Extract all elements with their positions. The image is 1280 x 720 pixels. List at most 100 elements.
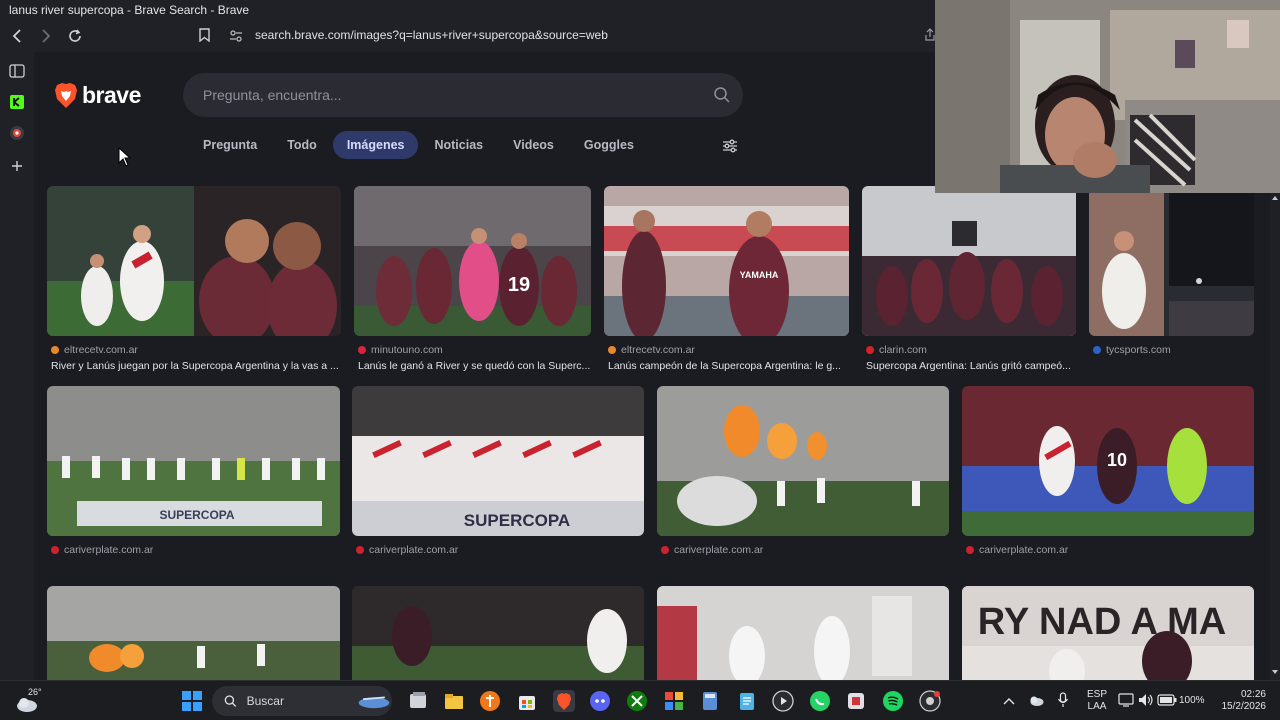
- tab-videos[interactable]: Videos: [499, 131, 568, 159]
- image-result[interactable]: [352, 586, 644, 680]
- app-grid-icon[interactable]: [663, 690, 685, 712]
- image-result[interactable]: tycsports.com: [1089, 186, 1254, 360]
- source-domain[interactable]: eltrecetv.com.ar: [64, 344, 138, 356]
- tab-todo[interactable]: Todo: [273, 131, 331, 159]
- result-thumbnail[interactable]: 19: [354, 186, 591, 336]
- image-result[interactable]: RY NAD A MA: [962, 586, 1254, 680]
- result-thumbnail[interactable]: [352, 586, 644, 680]
- kick-app-icon[interactable]: [8, 93, 26, 111]
- battery-icon[interactable]: [1157, 694, 1177, 706]
- language-code: ESP: [1087, 689, 1108, 700]
- image-result[interactable]: 19 minutouno.com Lanús le ganó a River y…: [354, 186, 591, 372]
- brave-browser-icon[interactable]: [553, 690, 575, 712]
- bookmark-button[interactable]: [196, 26, 212, 44]
- address-bar: search.brave.com/images?q=lanus+river+su…: [0, 20, 935, 52]
- source-domain[interactable]: eltrecetv.com.ar: [621, 344, 695, 356]
- image-result[interactable]: cariverplate.com.ar: [657, 386, 949, 556]
- forward-arrow-icon: [41, 29, 50, 43]
- image-result[interactable]: clarin.com Supercopa Argentina: Lanús gr…: [862, 186, 1076, 372]
- result-source: cariverplate.com.ar: [356, 544, 644, 556]
- image-result[interactable]: 10 cariverplate.com.ar: [962, 386, 1254, 556]
- app-tools-icon[interactable]: [845, 690, 867, 712]
- result-thumbnail[interactable]: [1089, 186, 1254, 336]
- xbox-icon[interactable]: [626, 690, 648, 712]
- microphone-icon[interactable]: [1057, 692, 1069, 708]
- result-title[interactable]: Supercopa Argentina: Lanús gritó campeó.…: [866, 360, 1076, 372]
- task-view-icon[interactable]: [407, 690, 429, 712]
- source-domain[interactable]: cariverplate.com.ar: [674, 544, 763, 556]
- filters-icon[interactable]: [722, 138, 738, 154]
- image-result[interactable]: eltrecetv.com.ar River y Lanús juegan po…: [47, 186, 341, 372]
- clock[interactable]: 02:26 15/2/2026: [1202, 689, 1267, 713]
- page-scrollbar[interactable]: [1270, 193, 1280, 680]
- tray-overflow-icon[interactable]: [1003, 696, 1015, 706]
- tab-goggles[interactable]: Goggles: [570, 131, 648, 159]
- favicon: [356, 546, 364, 554]
- result-thumbnail[interactable]: 10: [962, 386, 1254, 536]
- whatsapp-icon[interactable]: [809, 690, 831, 712]
- onedrive-icon[interactable]: [1028, 693, 1044, 707]
- result-thumbnail[interactable]: SUPERCOPA: [47, 386, 340, 536]
- brave-logo[interactable]: brave: [54, 82, 141, 109]
- result-source: tycsports.com: [1093, 344, 1254, 356]
- obs-recording-icon[interactable]: [919, 690, 941, 712]
- add-panel-icon[interactable]: [8, 157, 26, 175]
- tab-pregunta[interactable]: Pregunta: [189, 131, 271, 159]
- discord-icon[interactable]: [589, 690, 611, 712]
- language-indicator[interactable]: ESP LAA: [1087, 689, 1107, 713]
- source-domain[interactable]: minutouno.com: [371, 344, 443, 356]
- taskbar-search[interactable]: Buscar: [212, 686, 392, 716]
- notepad-icon[interactable]: [736, 690, 758, 712]
- image-result[interactable]: SUPERCOPA cariverplate.com.ar: [352, 386, 644, 556]
- network-icon[interactable]: [1118, 693, 1134, 707]
- favicon: [866, 346, 874, 354]
- back-button[interactable]: [4, 24, 29, 48]
- banner-text: SUPERCOPA: [159, 508, 234, 522]
- result-title[interactable]: River y Lanús juegan por la Supercopa Ar…: [51, 360, 341, 372]
- search-input[interactable]: [203, 87, 683, 103]
- result-thumbnail[interactable]: RY NAD A MA: [962, 586, 1254, 680]
- result-thumbnail[interactable]: [657, 586, 949, 680]
- search-icon[interactable]: [713, 86, 731, 104]
- brave-rewards-icon[interactable]: [8, 124, 26, 142]
- image-result[interactable]: SUPERCOPA cariverplate.com.ar: [47, 386, 340, 556]
- result-thumbnail[interactable]: SUPERCOPA: [352, 386, 644, 536]
- url-field[interactable]: search.brave.com/images?q=lanus+river+su…: [255, 28, 608, 42]
- tab-noticias[interactable]: Noticias: [420, 131, 497, 159]
- favicon: [608, 346, 616, 354]
- brave-wordmark: brave: [82, 82, 141, 108]
- file-explorer-icon[interactable]: [443, 690, 465, 712]
- result-thumbnail[interactable]: [47, 586, 340, 680]
- source-domain[interactable]: cariverplate.com.ar: [979, 544, 1068, 556]
- media-player-icon[interactable]: [772, 690, 794, 712]
- reload-button[interactable]: [62, 24, 87, 48]
- tab-imagenes[interactable]: Imágenes: [332, 131, 419, 159]
- app-orange-icon[interactable]: [479, 690, 501, 712]
- source-domain[interactable]: cariverplate.com.ar: [369, 544, 458, 556]
- store-icon[interactable]: [516, 690, 538, 712]
- image-result[interactable]: [47, 586, 340, 680]
- sidebar-toggle-icon[interactable]: [8, 62, 26, 80]
- windows-start-icon[interactable]: [181, 690, 203, 712]
- spotify-icon[interactable]: [882, 690, 904, 712]
- webcam-overlay: [935, 0, 1280, 193]
- favicon: [51, 346, 59, 354]
- result-thumbnail[interactable]: [862, 186, 1076, 336]
- weather-widget[interactable]: 26°: [15, 687, 55, 715]
- search-icon: [224, 695, 237, 707]
- image-result[interactable]: [657, 586, 949, 680]
- site-settings-icon[interactable]: [228, 28, 244, 44]
- result-thumbnail[interactable]: YAMAHA: [604, 186, 849, 336]
- source-domain[interactable]: cariverplate.com.ar: [64, 544, 153, 556]
- search-box[interactable]: [183, 73, 743, 117]
- result-title[interactable]: Lanús le ganó a River y se quedó con la …: [358, 360, 591, 372]
- result-thumbnail[interactable]: [47, 186, 341, 336]
- image-result[interactable]: YAMAHA eltrecetv.com.ar Lanús campeón de…: [604, 186, 849, 372]
- result-title[interactable]: Lanús campeón de la Supercopa Argentina:…: [608, 360, 849, 372]
- source-domain[interactable]: clarin.com: [879, 344, 927, 356]
- source-domain[interactable]: tycsports.com: [1106, 344, 1171, 356]
- forward-button[interactable]: [33, 24, 58, 48]
- result-thumbnail[interactable]: [657, 386, 949, 536]
- volume-icon[interactable]: [1138, 693, 1154, 707]
- calculator-icon[interactable]: [699, 690, 721, 712]
